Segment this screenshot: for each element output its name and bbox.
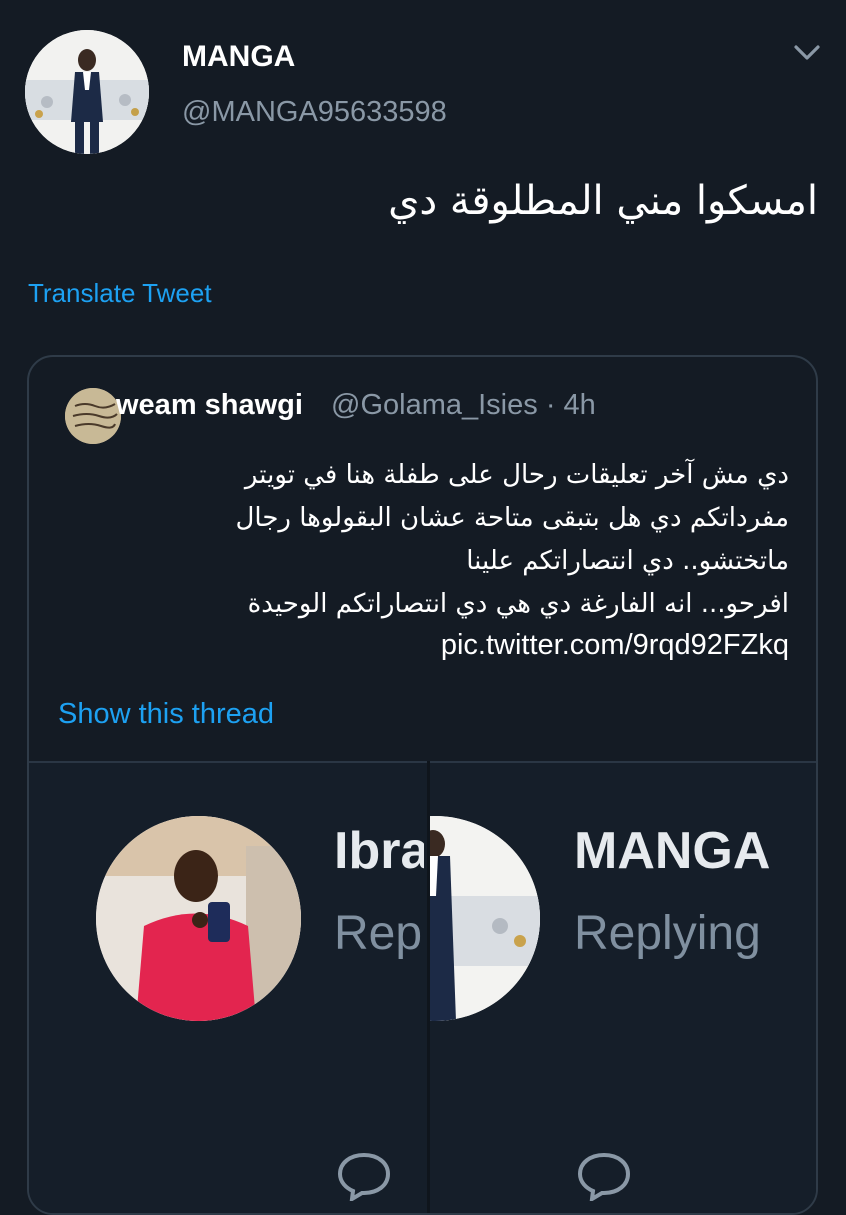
quoted-author-avatar [65,388,121,444]
quoted-text-line: مفرداتكم دي هل بتبقى متاحة عشان البقولوه… [235,503,790,533]
media-right-replying: Replying [574,907,761,960]
quoted-tweet-text: دي مش آخر تعليقات رحال على طفلة هنا في ت… [236,454,790,626]
media-divider-top [29,761,816,763]
quoted-tweet-time: 4h [563,389,596,421]
quoted-author-meta: @Golama_Isies · 4h [331,389,596,422]
media-left-replying: Rep [334,907,423,960]
media-right-name: MANGA [574,822,771,880]
media-avatar-right [430,816,540,1021]
media-avatar-left [96,816,301,1021]
quoted-text-line: ماتختشو.. دي انتصاراتكم علينا [466,546,789,576]
quoted-tweet-card[interactable]: weam shawgi @Golama_Isies · 4h دي مش آخر… [27,355,818,1215]
translate-tweet-link[interactable]: Translate Tweet [28,278,212,309]
show-thread-link[interactable]: Show this thread [58,698,274,731]
quoted-text-line: افرحو... انه الفارغة دي هي دي انتصاراتكم… [247,589,789,619]
meta-separator: · [545,389,556,421]
tweet-text: امسكوا مني المطلوقة دي [388,178,818,224]
chevron-down-icon[interactable] [790,38,824,66]
reply-icon [574,1149,634,1203]
author-handle[interactable]: @MANGA95633598 [182,96,447,129]
quoted-text-line: دي مش آخر تعليقات رحال على طفلة هنا في ت… [244,460,789,490]
quoted-author-name: weam shawgi [116,389,303,421]
reply-icon [334,1149,394,1203]
quoted-tweet-pic-link[interactable]: pic.twitter.com/9rqd92FZkq [441,629,789,662]
author-display-name[interactable]: MANGA [182,40,295,74]
quoted-author-handle: @Golama_Isies [331,389,538,421]
quoted-tweet-media[interactable]: Ibra Rep MANGA Replying [29,761,816,1213]
author-avatar[interactable] [25,30,149,154]
media-left-name: Ibra [334,822,424,880]
